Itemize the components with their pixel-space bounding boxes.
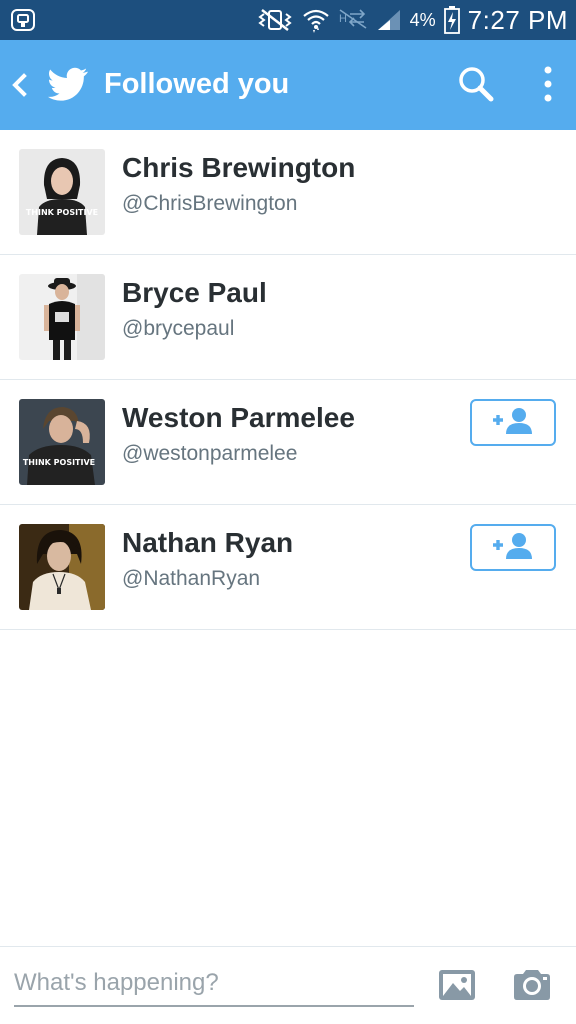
avatar-shirt-text: THINK POSITIVE: [23, 458, 95, 467]
followers-list: THINK POSITIVE Chris Brewington @ChrisBr…: [0, 130, 576, 630]
user-row[interactable]: Nathan Ryan @NathanRyan: [0, 505, 576, 630]
follow-button[interactable]: [470, 524, 556, 571]
avatar[interactable]: [19, 274, 105, 360]
search-icon[interactable]: [456, 64, 496, 104]
user-handle: @NathanRyan: [122, 567, 261, 590]
user-handle: @brycepaul: [122, 317, 235, 340]
tweet-composer: [0, 946, 576, 1024]
avatar[interactable]: [19, 524, 105, 610]
user-row[interactable]: THINK POSITIVE Chris Brewington @ChrisBr…: [0, 130, 576, 255]
user-row[interactable]: THINK POSITIVE Weston Parmelee @westonpa…: [0, 380, 576, 505]
avatar[interactable]: THINK POSITIVE: [19, 149, 105, 235]
user-name[interactable]: Chris Brewington: [122, 152, 355, 184]
wifi-icon: [302, 8, 330, 33]
camera-icon[interactable]: [512, 969, 552, 1001]
twitter-bird-icon[interactable]: [46, 64, 90, 104]
app-bar: Followed you: [0, 40, 576, 130]
user-row[interactable]: Bryce Paul @brycepaul: [0, 255, 576, 380]
user-name[interactable]: Nathan Ryan: [122, 527, 293, 559]
user-name[interactable]: Bryce Paul: [122, 277, 267, 309]
user-handle: @westonparmelee: [122, 442, 298, 465]
vibrate-mute-icon: [256, 8, 294, 32]
signal-icon: [376, 8, 402, 32]
keyboard-notification-icon: [10, 8, 36, 32]
add-user-icon: [491, 406, 535, 439]
status-bar: H 4% 7:27 PM: [0, 0, 576, 40]
add-user-icon: [491, 531, 535, 564]
user-name[interactable]: Weston Parmelee: [122, 402, 355, 434]
data-off-icon: H: [338, 8, 368, 32]
clock: 7:27 PM: [467, 4, 568, 35]
avatar[interactable]: THINK POSITIVE: [19, 399, 105, 485]
compose-input[interactable]: [14, 961, 414, 1007]
image-icon[interactable]: [438, 969, 476, 1001]
overflow-menu-icon[interactable]: [536, 64, 560, 104]
battery-percent: 4%: [409, 9, 436, 30]
back-icon[interactable]: [8, 67, 32, 103]
page-title: Followed you: [104, 68, 290, 100]
user-handle: @ChrisBrewington: [122, 192, 298, 215]
follow-button[interactable]: [470, 399, 556, 446]
battery-charging-icon: [443, 6, 460, 34]
avatar-shirt-text: THINK POSITIVE: [26, 208, 98, 217]
